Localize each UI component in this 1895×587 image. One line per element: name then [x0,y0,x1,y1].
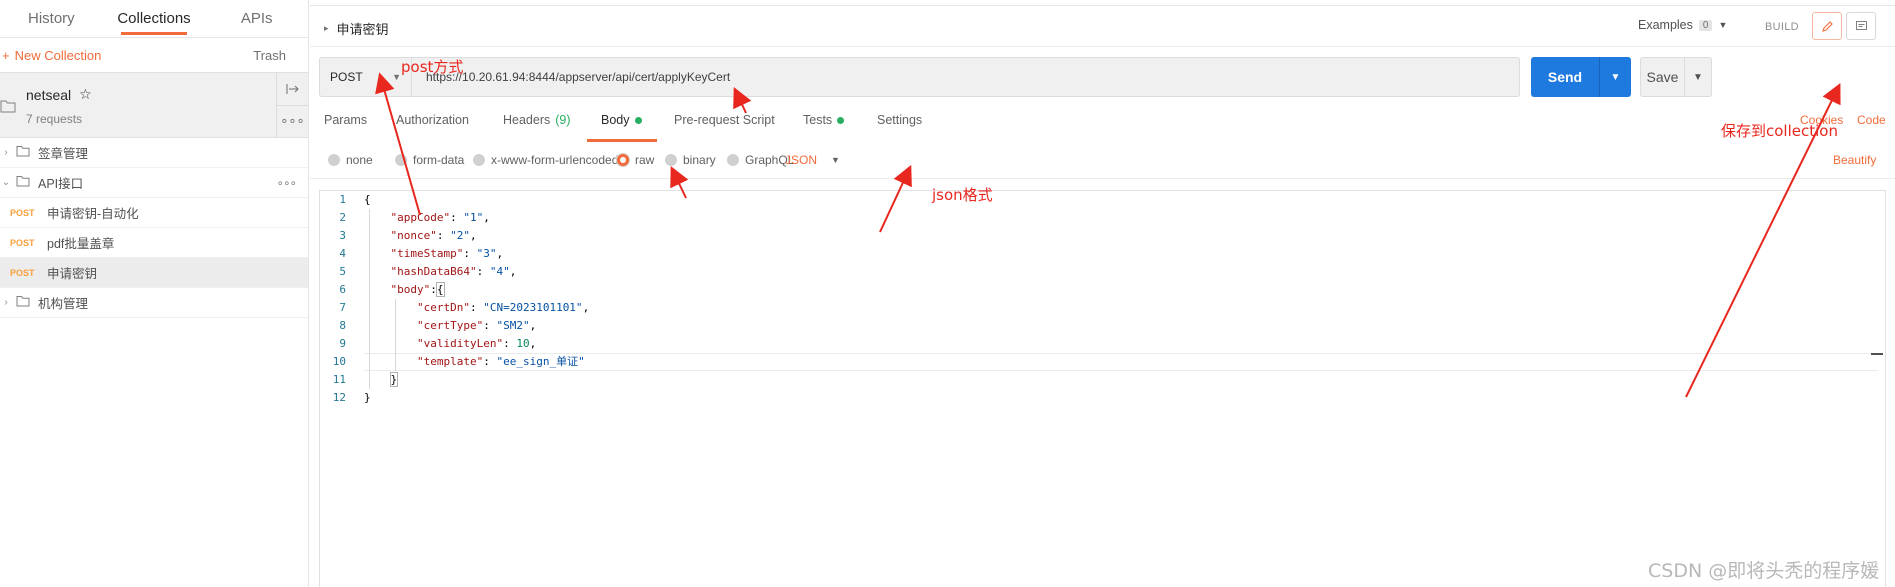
watermark: CSDN @即将头秃的程序媛 [1648,560,1880,582]
annotation-arrows [375,72,1841,398]
annotation-json-format: json格式 [932,186,993,204]
arrow-to-raw [670,165,689,199]
annotation-post-method: post方式 [401,58,464,76]
annotation-save-to-collection: 保存到collection [1721,122,1838,140]
arrow-to-url [733,86,752,114]
arrow-to-json [879,164,912,233]
arrow-to-method [375,72,421,216]
